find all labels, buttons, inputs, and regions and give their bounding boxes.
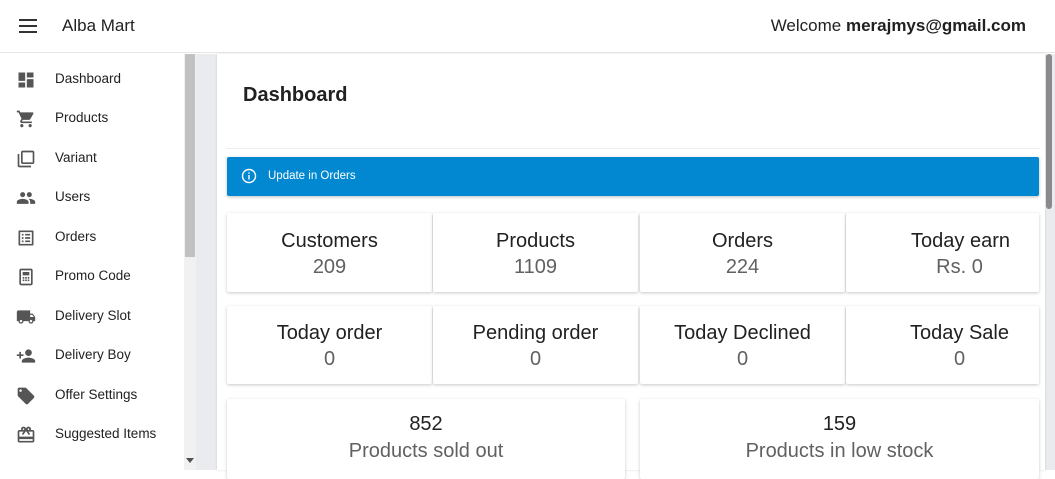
divider [226,148,1040,149]
sidebar-item-delivery-boy[interactable]: Delivery Boy [0,336,184,375]
receipt-icon [16,267,36,287]
dashboard-icon [16,70,36,90]
stat-value: 1109 [513,256,557,278]
stat-value: 0 [529,348,542,370]
stat-card-today-earn: Today earn Rs. 0 [846,213,1039,292]
stat-label: Products in low stock [745,440,934,462]
stat-card-products-low-stock: 159 Products in low stock [640,399,1039,479]
people-icon [16,188,36,208]
stat-label: Today earn [911,230,1010,252]
cart-icon [16,109,36,129]
stat-label: Orders [711,230,774,252]
scroll-down-arrow-icon[interactable] [186,458,194,463]
sidebar-scrollbar-thumb[interactable] [185,54,195,257]
sidebar-item-label: Users [55,189,91,204]
sidebar-item-promo-code[interactable]: Promo Code [0,257,184,296]
gift-icon [16,425,36,445]
stat-value: 0 [736,348,749,370]
menu-icon[interactable] [19,19,37,35]
stat-label: Pending order [472,322,599,344]
stat-card-products: Products 1109 [433,213,638,292]
list-icon [16,228,36,248]
stat-card-today-sale: Today Sale 0 [846,306,1039,384]
stat-value: Rs. 0 [936,256,983,278]
orders-update-alert[interactable]: Update in Orders [227,157,1039,196]
stat-label: Today order [276,322,383,344]
stat-value: 224 [725,256,760,278]
sidebar-item-label: Delivery Slot [55,308,131,323]
sidebar-item-label: Offer Settings [55,387,138,402]
stat-card-today-declined: Today Declined 0 [640,306,845,384]
stat-value: 852 [409,413,443,435]
sidebar-item-suggested-items[interactable]: Suggested Items [0,415,184,454]
sidebar-item-dashboard[interactable]: Dashboard [0,60,184,99]
tag-icon [16,386,36,406]
stat-label: Products sold out [348,440,504,462]
stat-label: Products [496,230,575,252]
alert-text: Update in Orders [268,170,356,182]
stat-card-products-sold-out: 852 Products sold out [227,399,625,479]
sidebar-item-offer-settings[interactable]: Offer Settings [0,376,184,415]
sidebar-item-label: Dashboard [55,71,122,86]
stat-label: Today Sale [910,322,1009,344]
sidebar-item-label: Orders [55,229,97,244]
stat-label: Today Declined [674,322,811,344]
app-title: Alba Mart [62,16,135,35]
sidebar-item-label: Products [55,110,109,125]
app-bar: Alba Mart Welcome merajmys@gmail.com [0,0,1055,53]
welcome-prefix: Welcome [770,16,846,35]
stat-card-today-order: Today order 0 [227,306,432,384]
sidebar: Dashboard Products Variant Users Orders … [0,54,184,470]
person-add-icon [16,346,36,366]
truck-icon [16,307,36,327]
stat-card-orders: Orders 224 [640,213,845,292]
stat-value: 0 [323,348,336,370]
stat-value: 159 [822,413,857,435]
sidebar-item-label: Delivery Boy [55,347,131,362]
sidebar-item-label: Suggested Items [55,426,157,441]
stat-card-pending-order: Pending order 0 [433,306,638,384]
copy-icon [16,149,36,169]
user-email: merajmys@gmail.com [845,16,1026,35]
stat-label: Customers [281,230,378,252]
sidebar-item-variant[interactable]: Variant [0,139,184,178]
sidebar-item-orders[interactable]: Orders [0,218,184,257]
info-icon [241,168,257,184]
welcome-text: Welcome merajmys@gmail.com [771,16,1026,36]
stat-value: 209 [312,256,347,278]
sidebar-item-delivery-slot[interactable]: Delivery Slot [0,297,184,336]
sidebar-item-products[interactable]: Products [0,99,184,138]
stat-card-customers: Customers 209 [227,213,432,292]
page-scrollbar-thumb[interactable] [1046,54,1052,209]
sidebar-item-label: Promo Code [55,268,131,283]
sidebar-item-users[interactable]: Users [0,178,184,217]
page-title: Dashboard [243,84,348,106]
sidebar-item-label: Variant [55,150,97,165]
stat-value: 0 [953,348,966,370]
